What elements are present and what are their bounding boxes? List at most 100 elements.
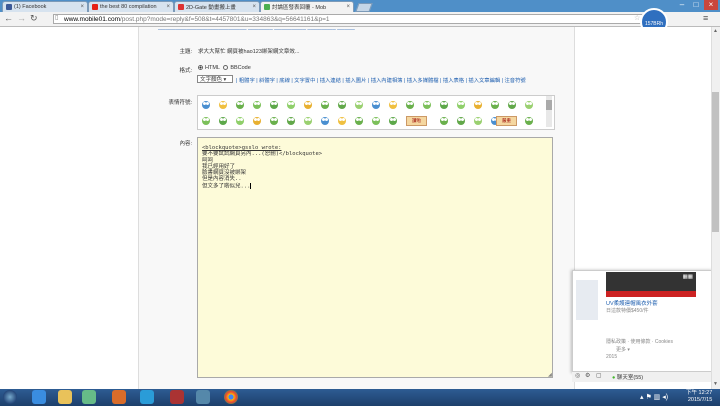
tab-2dgate[interactable]: 2D-Gate 動畫搬上畫 × [174, 1, 260, 12]
emoticon-icon[interactable] [236, 117, 244, 125]
emoticon-icon[interactable] [338, 101, 346, 109]
chat-label[interactable]: ● 聊天室(55) [612, 373, 643, 381]
content-textarea[interactable]: <blockquote>gsslo wrote: 要不要試試網頁另內...(恕刪… [197, 137, 553, 378]
format-toolbar-links[interactable]: | 粗體字 | 斜體字 | 底線 | 文字置中 | 插入連結 | 插入圖片 | … [236, 76, 526, 84]
close-icon[interactable]: × [78, 4, 84, 10]
app2-icon[interactable] [140, 390, 154, 404]
content-label: 內容: [179, 141, 192, 147]
ad-footer-links[interactable]: 隱私政策 · 使用條款 · Cookies [606, 338, 673, 345]
format-html-label: HTML [205, 65, 220, 71]
emoticon-icon[interactable] [508, 101, 516, 109]
page-scroll-thumb[interactable] [712, 92, 719, 232]
emoticon-icon[interactable] [440, 117, 448, 125]
reload-icon[interactable]: ↻ [30, 12, 38, 24]
scroll-up-arrow-icon[interactable]: ▲ [713, 28, 718, 34]
emoticon-button-2[interactable]: 嚴重 [496, 116, 517, 126]
back-arrow-icon[interactable]: ← [4, 12, 13, 24]
start-button[interactable] [3, 390, 17, 404]
clock-time: 下午 12:27 [686, 390, 713, 396]
emoticon-icon[interactable] [202, 117, 210, 125]
emoticon-icon[interactable] [219, 101, 227, 109]
close-window-button[interactable]: × [704, 0, 718, 10]
ad-more-link[interactable]: 更多 ▾ [616, 346, 630, 353]
chrome-icon[interactable] [224, 390, 238, 404]
emoticon-icon[interactable] [474, 117, 482, 125]
emoticon-icon[interactable] [287, 101, 295, 109]
tab-facebook[interactable]: (1) Facebook × [2, 1, 88, 12]
emoticon-icon[interactable] [440, 101, 448, 109]
tray-icons[interactable]: ▴ ⚑ ▥ ◂) [640, 393, 668, 401]
ad-year: 2015 [606, 354, 618, 360]
emoticon-icon[interactable] [525, 101, 533, 109]
close-icon[interactable]: × [250, 4, 256, 10]
forward-arrow-icon[interactable]: → [17, 12, 26, 24]
new-tab-button[interactable] [355, 3, 373, 12]
emoticon-icon[interactable] [253, 117, 261, 125]
close-icon[interactable]: × [164, 4, 170, 10]
media-icon[interactable] [82, 390, 96, 404]
ad-image[interactable]: ▦▦ [606, 272, 696, 297]
emoticon-icon[interactable] [474, 101, 482, 109]
emoticon-icon[interactable] [355, 117, 363, 125]
text-color-select[interactable]: 文字顏色 ▾ [197, 75, 233, 83]
emoticon-icon[interactable] [236, 101, 244, 109]
menu-icon[interactable]: ≡ [703, 13, 708, 23]
minimize-button[interactable]: – [676, 0, 688, 10]
app-icon[interactable] [112, 390, 126, 404]
gear-icon[interactable]: ⚙ [585, 372, 590, 379]
tab-title: the best 80 compilation [100, 4, 157, 10]
url-host: www.mobile01.com [64, 16, 120, 23]
format-html-radio[interactable] [198, 65, 203, 71]
windows-taskbar [0, 389, 720, 406]
emoticon-icon[interactable] [270, 117, 278, 125]
emoticon-icon[interactable] [372, 101, 380, 109]
emoticon-icon[interactable] [389, 117, 397, 125]
ad-image-bar [606, 291, 696, 297]
site-icon [178, 4, 184, 10]
app3-icon[interactable] [170, 390, 184, 404]
emoticon-icon[interactable] [338, 117, 346, 125]
format-options: HTML BBCode [196, 65, 251, 71]
app4-icon[interactable] [196, 390, 210, 404]
emoticon-icon[interactable] [457, 101, 465, 109]
close-icon[interactable]: × [344, 4, 350, 10]
ad-logo: ▦▦ [682, 274, 693, 280]
compose-icon[interactable]: ▢ [596, 372, 602, 379]
emoticon-icon[interactable] [304, 117, 312, 125]
emoticon-icon[interactable] [389, 101, 397, 109]
emoticon-icon[interactable] [253, 101, 261, 109]
taskbar-clock[interactable]: 下午 12:27 2015/7/15 [686, 390, 712, 403]
emoticon-icon[interactable] [355, 101, 363, 109]
resize-handle-icon[interactable]: ◢ [548, 372, 552, 378]
address-bar[interactable]: www.mobile01.com/post.php?mode=reply&f=5… [53, 14, 643, 24]
ad-headline[interactable]: UV柔護連帽風衣外套 [606, 299, 658, 307]
format-label: 格式: [179, 68, 192, 74]
format-bbcode-radio[interactable] [223, 65, 229, 71]
emoticon-icon[interactable] [423, 101, 431, 109]
emoticon-icon[interactable] [219, 117, 227, 125]
ie-icon[interactable] [32, 390, 46, 404]
emoticon-icon[interactable] [304, 101, 312, 109]
emoticon-icon[interactable] [491, 101, 499, 109]
emoticon-icon[interactable] [270, 101, 278, 109]
emoticon-button-1[interactable]: 讚啦 [406, 116, 427, 126]
emoticon-icon[interactable] [372, 117, 380, 125]
emoticon-icon[interactable] [321, 101, 329, 109]
emoticon-icon[interactable] [406, 101, 414, 109]
scroll-down-arrow-icon[interactable]: ▼ [713, 381, 718, 387]
tab-strip: (1) Facebook × the best 80 compilation ×… [0, 0, 720, 12]
emoticon-icon[interactable] [457, 117, 465, 125]
tab-mobile01-reply[interactable]: 討論區發表回覆 - Mob × [260, 1, 354, 12]
youtube-icon [92, 4, 98, 10]
tab-youtube[interactable]: the best 80 compilation × [88, 1, 174, 12]
emoticon-scroll-thumb[interactable] [546, 100, 552, 110]
emoticon-icon[interactable] [202, 101, 210, 109]
explorer-icon[interactable] [58, 390, 72, 404]
ad-side-image [576, 280, 598, 320]
camera-icon[interactable]: ◎ [575, 372, 580, 379]
emoticon-icon[interactable] [321, 117, 329, 125]
emoticon-icon[interactable] [287, 117, 295, 125]
mobile01-icon [264, 4, 270, 10]
emoticon-icon[interactable] [525, 117, 533, 125]
maximize-button[interactable]: □ [690, 0, 702, 10]
